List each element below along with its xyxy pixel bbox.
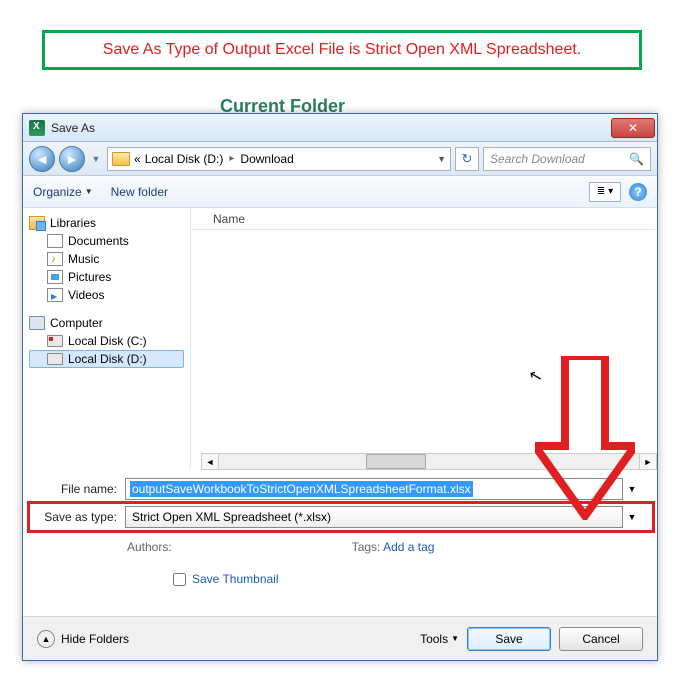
titlebar: Save As ✕ [23,114,657,142]
forward-button[interactable]: ► [59,146,85,172]
documents-icon [47,234,63,248]
folder-icon [112,152,130,166]
save-thumbnail-checkbox[interactable] [173,573,186,586]
history-dropdown[interactable]: ▼ [89,147,103,171]
file-list-area[interactable]: Name ↖ ◄ ► [191,208,657,470]
sidebar-disk-c[interactable]: Local Disk (C:) [29,332,184,350]
nav-bar: ◄ ► ▼ « Local Disk (D:) ▸ Download ▼ ↻ S… [23,142,657,176]
search-input[interactable]: Search Download 🔍 [483,147,651,171]
scroll-left-button[interactable]: ◄ [202,454,219,469]
file-name-label: File name: [39,482,125,496]
scroll-right-button[interactable]: ► [639,454,656,469]
address-bar[interactable]: « Local Disk (D:) ▸ Download ▼ [107,147,451,171]
tools-menu[interactable]: Tools▼ [420,632,459,646]
save-type-row: Save as type: Strict Open XML Spreadshee… [39,506,641,528]
close-button[interactable]: ✕ [611,118,655,138]
sidebar-pictures[interactable]: Pictures [29,268,184,286]
save-button[interactable]: Save [467,627,551,651]
save-as-dialog: Save As ✕ ◄ ► ▼ « Local Disk (D:) ▸ Down… [22,113,658,661]
scroll-track[interactable] [219,454,639,469]
disk-d-icon [47,353,63,365]
sidebar-music[interactable]: Music [29,250,184,268]
breadcrumb-prefix: « [134,152,141,166]
pictures-icon [47,270,63,284]
horizontal-scrollbar[interactable]: ◄ ► [201,453,657,470]
breadcrumb-root[interactable]: Local Disk (D:) [145,152,224,166]
toolbar: Organize▼ New folder ≣ ▾ ? [23,176,657,208]
sidebar-disk-d[interactable]: Local Disk (D:) [29,350,184,368]
save-type-label: Save as type: [39,510,125,524]
search-placeholder: Search Download [490,152,585,166]
save-thumbnail-label: Save Thumbnail [192,572,279,586]
dialog-footer: ▲ Hide Folders Tools▼ Save Cancel [23,616,657,660]
sidebar-videos[interactable]: Videos [29,286,184,304]
organize-menu[interactable]: Organize▼ [33,185,93,199]
save-thumbnail-row: Save Thumbnail [23,554,657,586]
annotation-callout: Save As Type of Output Excel File is Str… [42,30,642,70]
view-options-button[interactable]: ≣ ▾ [589,182,621,202]
file-name-dropdown[interactable]: ▼ [623,478,641,500]
save-type-dropdown[interactable]: ▼ [623,506,641,528]
libraries-icon [29,216,45,230]
add-tag-link[interactable]: Add a tag [383,540,434,554]
cursor-icon: ↖ [527,365,545,388]
authors-label: Authors: [127,540,172,554]
column-header-name[interactable]: Name [191,208,657,230]
scroll-thumb[interactable] [366,454,426,469]
tags-label: Tags: [352,540,381,554]
nav-sidebar: Libraries Documents Music Pictures Video… [23,208,191,470]
file-name-value: outputSaveWorkbookToStrictOpenXMLSpreads… [130,481,473,497]
new-folder-button[interactable]: New folder [111,185,168,199]
hide-folders-button[interactable]: ▲ Hide Folders [37,630,129,648]
file-name-row: File name: outputSaveWorkbookToStrictOpe… [39,478,641,500]
metadata-row: Authors: Tags: Add a tag [23,534,657,554]
cancel-button[interactable]: Cancel [559,627,643,651]
videos-icon [47,288,63,302]
sidebar-documents[interactable]: Documents [29,232,184,250]
refresh-button[interactable]: ↻ [455,147,479,171]
form-area: File name: outputSaveWorkbookToStrictOpe… [23,470,657,528]
breadcrumb-sep: ▸ [229,153,234,164]
breadcrumb-sub[interactable]: Download [240,152,293,166]
search-icon: 🔍 [629,152,644,166]
sidebar-computer[interactable]: Computer [29,316,184,330]
computer-icon [29,316,45,330]
save-type-value: Strict Open XML Spreadsheet (*.xlsx) [132,510,331,524]
disk-c-icon [47,335,63,347]
file-name-input[interactable]: outputSaveWorkbookToStrictOpenXMLSpreads… [125,478,623,500]
save-type-combo[interactable]: Strict Open XML Spreadsheet (*.xlsx) [125,506,623,528]
dialog-title: Save As [51,121,611,135]
address-dropdown[interactable]: ▼ [437,154,446,164]
help-button[interactable]: ? [629,183,647,201]
chevron-up-icon: ▲ [37,630,55,648]
back-button[interactable]: ◄ [29,146,55,172]
excel-icon [29,120,45,136]
sidebar-libraries[interactable]: Libraries [29,216,184,230]
music-icon [47,252,63,266]
body-area: Libraries Documents Music Pictures Video… [23,208,657,470]
